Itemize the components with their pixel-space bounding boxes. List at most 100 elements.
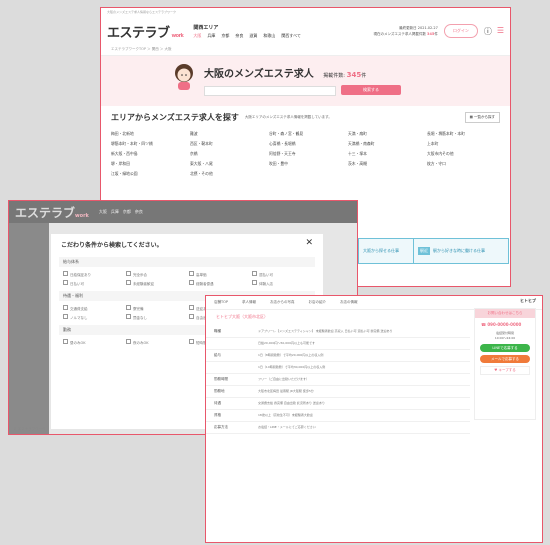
- detail-label: 勤務地: [214, 389, 225, 393]
- menu-icon[interactable]: ☰: [497, 26, 504, 37]
- filter-checkbox-group: 日給保証あり 完全歩合 高単価 週払い可日払い可 未経験者歓迎 経験者優遇 体験入店: [51, 269, 323, 289]
- mail-apply-button[interactable]: メールで応募する: [480, 355, 530, 363]
- shop-brand: ヒトヒブ: [520, 298, 536, 303]
- nav-item[interactable]: 京都: [221, 33, 229, 39]
- filter-checkbox[interactable]: 高単価: [189, 271, 248, 278]
- filter-checkbox[interactable]: 体験入店: [252, 280, 311, 287]
- nav-item[interactable]: 関西すべて: [281, 33, 301, 39]
- area-link[interactable]: 梅田・北新地: [111, 131, 184, 137]
- nav-item[interactable]: 滋賀: [249, 33, 257, 39]
- site-logo[interactable]: エステラブwork: [15, 204, 89, 221]
- detail-row: 応募方法 お電話・LINE・メールにてご応募ください: [206, 422, 470, 434]
- detail-value: 1日（10時間勤務）で平均30,000円以上の収入例: [258, 365, 326, 369]
- filter-checkbox[interactable]: 週払い可: [252, 271, 311, 278]
- site-header: エステラブ work 関西エリア 大阪 兵庫 京都 奈良 滋賀 和歌山 関西すべて…: [101, 18, 510, 44]
- header-icons: ⓘ ☰: [484, 26, 504, 37]
- phone-number[interactable]: ☎ 090-0000-0000: [475, 318, 535, 331]
- filter-checkbox[interactable]: 日給保証あり: [63, 271, 122, 278]
- area-link[interactable]: 天満橋・南森町: [348, 141, 421, 147]
- line-apply-button[interactable]: LINEで応募する: [480, 344, 530, 352]
- area-link[interactable]: 西区・靭本町: [190, 141, 263, 147]
- shop-detail-page: 店舗TOP 求人情報 お店からの写真 お店の紹介 お店の情報 ヒトヒブ大阪（大阪…: [205, 295, 543, 543]
- area-link[interactable]: 京橋: [190, 151, 263, 157]
- area-link-grid: 梅田・北新地 難波 谷町・森ノ宮・鶴見 天満・扇町 長堀・堺筋本町・本町堺筋本町・本町・…: [101, 125, 510, 183]
- area-link[interactable]: 天満・扇町: [348, 131, 421, 137]
- filter-checkbox[interactable]: 交通費支給: [63, 305, 122, 312]
- mascot-icon: [175, 64, 193, 90]
- filter-checkbox[interactable]: ノルマなし: [63, 314, 122, 321]
- detail-value: 日給20,000円〜50,000円以上も可能です: [258, 341, 315, 345]
- breadcrumb: エステラブワークTOP ＞ 関西 ＞ 大阪: [101, 44, 510, 56]
- banner-osaka-jobs[interactable]: 大阪から探せる仕事: [358, 238, 414, 264]
- close-icon[interactable]: ✕: [305, 238, 313, 248]
- list-view-button[interactable]: ▦ 一覧から探す: [464, 112, 500, 123]
- area-link[interactable]: 吹田・豊中: [269, 161, 342, 167]
- area-link[interactable]: 谷町・森ノ宮・鶴見: [269, 131, 342, 137]
- detail-row: 待遇 交通費支給 寮完備 自由出勤 託児所あり 送迎あり: [206, 398, 470, 410]
- area-nav: 関西エリア 大阪 兵庫 京都 奈良 滋賀 和歌山 関西すべて: [193, 24, 301, 39]
- detail-label: 勤務時間: [214, 377, 228, 381]
- area-link[interactable]: 大阪市内その他: [427, 151, 500, 157]
- detail-value: お電話・LINE・メールにてご応募ください: [258, 425, 316, 429]
- help-icon[interactable]: ⓘ: [484, 26, 492, 37]
- nav-item[interactable]: 大阪: [193, 33, 201, 39]
- area-subtitle: 大阪エリアのメンズエステ求人情報を掲載しています。: [244, 115, 332, 119]
- area-link[interactable]: 堺・岸和田: [111, 161, 184, 167]
- banner-station-jobs[interactable]: 駅近 駅から好きな時に働ける仕事: [413, 238, 509, 264]
- contact-sidebar: お問い合わせはこちら ☎ 090-0000-0000 電話受付時間 10:00〜2…: [474, 308, 536, 420]
- detail-row: 勤務地 大阪市北区梅田 最寄駅 JR大阪駅 徒歩5分: [206, 386, 470, 398]
- detail-value: 18歳以上（高校生不可）未経験者大歓迎: [258, 413, 313, 417]
- detail-value: 交通費支給 寮完備 自由出勤 託児所あり 送迎あり: [258, 401, 325, 405]
- detail-label: 待遇: [214, 401, 221, 405]
- nav-item[interactable]: 和歌山: [263, 33, 275, 39]
- area-link[interactable]: 江坂・緑地公園: [111, 171, 184, 177]
- detail-value: フリー（ご自由に出勤いただけます）: [258, 377, 310, 381]
- area-link[interactable]: 十三・塚本: [348, 151, 421, 157]
- area-link[interactable]: 茨木・高槻: [348, 161, 421, 167]
- filter-checkbox[interactable]: 寮完備: [126, 305, 185, 312]
- search-button[interactable]: 検索する: [341, 85, 401, 95]
- area-link[interactable]: 北摂・その他: [190, 171, 263, 177]
- detail-label: 資格: [214, 413, 221, 417]
- area-link[interactable]: 堺筋本町・本町・四ツ橋: [111, 141, 184, 147]
- search-input[interactable]: [204, 86, 336, 96]
- detail-row: 資格 18歳以上（高校生不可）未経験者大歓迎: [206, 410, 470, 422]
- area-section-header: エリアからメンズエステ求人を探す 大阪エリアのメンズエステ求人情報を掲載していま…: [101, 106, 510, 125]
- area-link[interactable]: 長堀・堺筋本町・本町: [427, 131, 500, 137]
- nav-item[interactable]: 兵庫: [207, 33, 215, 39]
- tab-info[interactable]: お店の情報: [340, 300, 358, 305]
- detail-row: 職種 ドアプリーレ【メンズエステティシャン】 未経験者歓迎 高収入 日払い可 週払…: [206, 326, 470, 338]
- detail-label: 職種: [214, 329, 221, 333]
- update-info: 最終更新日 2021.02.27 現在のメンズエステ求人掲載件数 345件: [373, 26, 438, 36]
- filter-checkbox[interactable]: 罰金なし: [126, 314, 185, 321]
- filter-checkbox[interactable]: 日払い可: [63, 280, 122, 287]
- detail-label: 応募方法: [214, 425, 228, 429]
- area-link[interactable]: 上本町: [427, 141, 500, 147]
- area-link[interactable]: 新大阪・西中島: [111, 151, 184, 157]
- site-logo[interactable]: エステラブwork: [107, 22, 184, 41]
- prefecture-nav: 大阪 兵庫 京都 奈良: [98, 209, 143, 214]
- keep-button[interactable]: ♥ キープする: [480, 366, 530, 375]
- detail-value: 大阪市北区梅田 最寄駅 JR大阪駅 徒歩5分: [258, 389, 314, 393]
- area-link[interactable]: 東大阪・八尾: [190, 161, 263, 167]
- area-link[interactable]: 難波: [190, 131, 263, 137]
- filter-checkbox[interactable]: 経験者優遇: [189, 280, 248, 287]
- area-link[interactable]: 枚方・守口: [427, 161, 500, 167]
- filter-checkbox[interactable]: 完全歩合: [126, 271, 185, 278]
- area-link[interactable]: 心斎橋・長堀橋: [269, 141, 342, 147]
- job-detail-table: 職種 ドアプリーレ【メンズエステティシャン】 未経験者歓迎 高収入 日払い可 週払…: [206, 326, 470, 434]
- login-button[interactable]: ログイン: [443, 24, 478, 38]
- tab-intro[interactable]: お店の紹介: [309, 300, 327, 305]
- area-link[interactable]: 阿倍野・天王寺: [269, 151, 342, 157]
- filter-checkbox[interactable]: 昼のみOK: [63, 339, 122, 346]
- filter-checkbox[interactable]: 未経験者歓迎: [126, 280, 185, 287]
- detail-value: 1日（8時間勤務）で平均20,000円以上の収入例: [258, 353, 324, 357]
- nav-item[interactable]: 奈良: [235, 33, 243, 39]
- detail-row: 給与 1日（8時間勤務）で平均20,000円以上の収入例: [206, 350, 470, 362]
- detail-row: 1日（10時間勤務）で平均30,000円以上の収入例: [206, 362, 470, 374]
- tab-top[interactable]: 店舗TOP: [214, 300, 228, 305]
- header-right: 最終更新日 2021.02.27 現在のメンズエステ求人掲載件数 345件 ログ…: [373, 24, 504, 38]
- tab-jobs[interactable]: 求人情報: [242, 300, 256, 305]
- filter-checkbox[interactable]: 夜のみOK: [126, 339, 185, 346]
- tab-photos[interactable]: お店からの写真: [270, 300, 295, 305]
